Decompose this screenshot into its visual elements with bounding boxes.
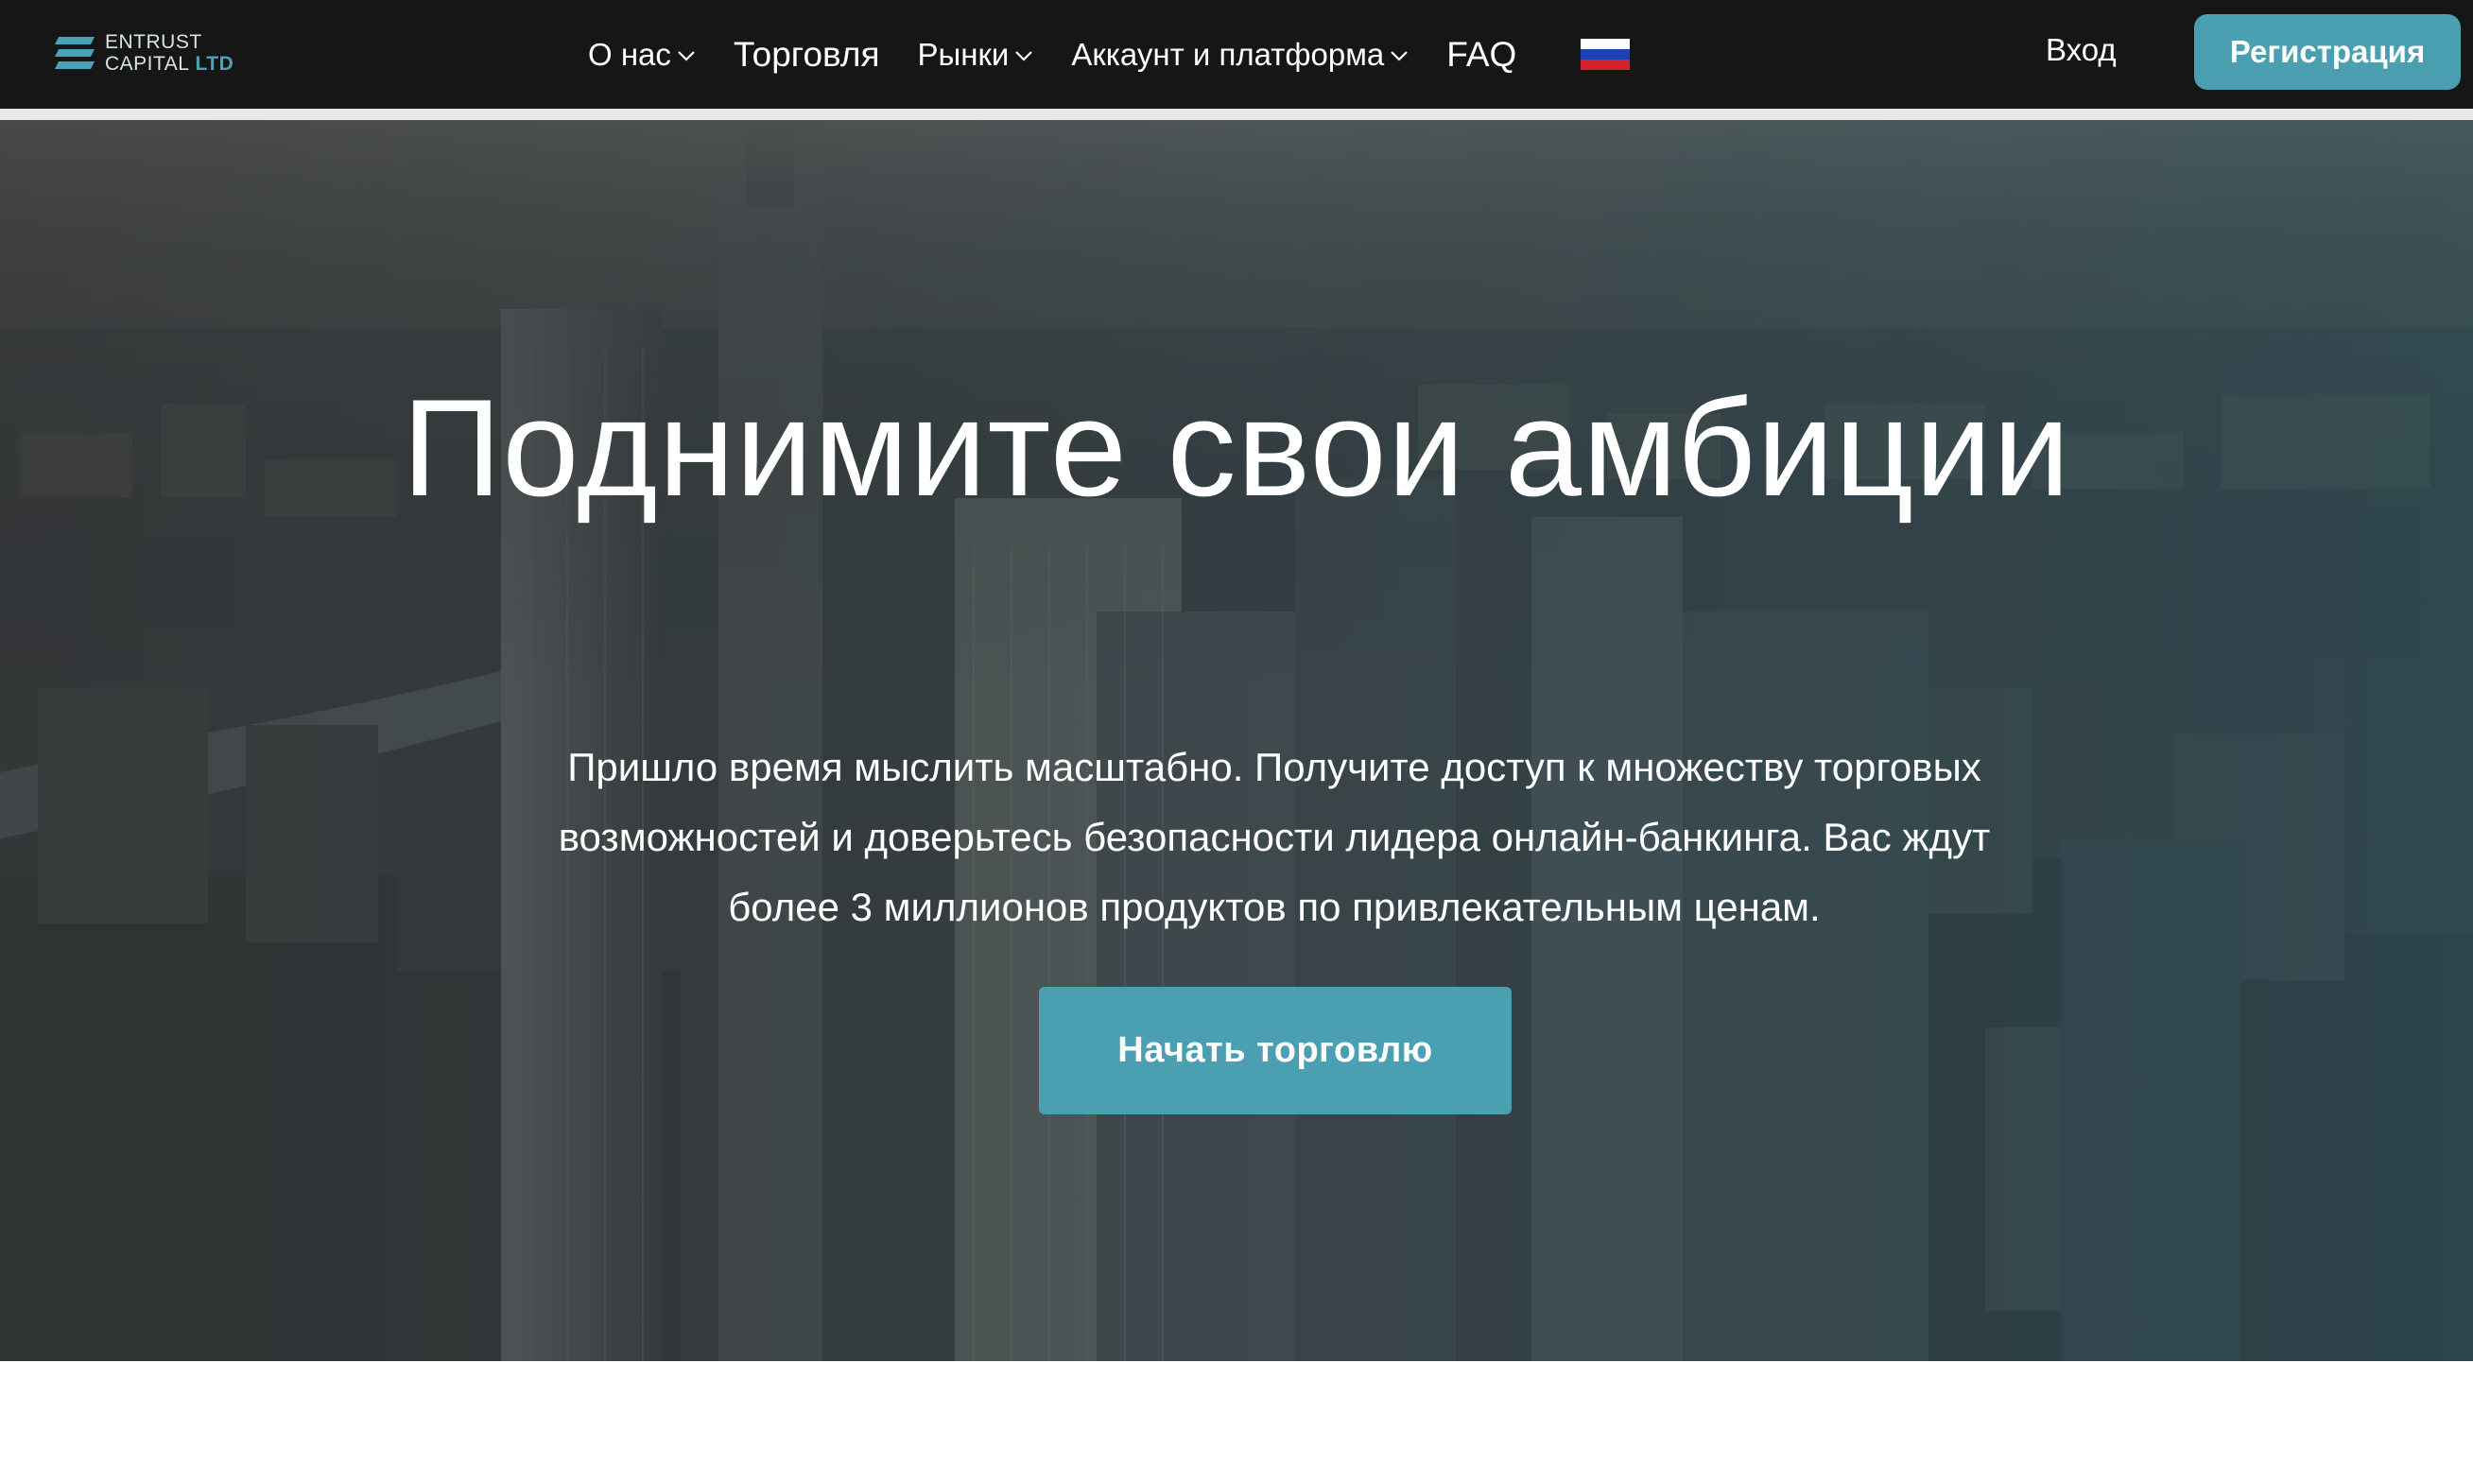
chevron-down-icon [678, 50, 695, 61]
nav-item-label: О нас [588, 36, 671, 72]
brand-suffix: LTD [195, 53, 234, 75]
nav-item-label: Аккаунт и платформа [1071, 36, 1385, 72]
header-divider [0, 109, 2473, 120]
logo-mark-icon [55, 37, 95, 69]
nav-item-faq[interactable]: FAQ [1446, 35, 1516, 75]
brand-name-capital: CAPITAL [105, 53, 190, 75]
main-nav: О нас Торговля Рынки Аккаунт и платформа… [588, 0, 1631, 109]
site-header: ENTRUST CAPITAL LTD О нас Торговля Рынки … [0, 0, 2473, 109]
chevron-down-icon [1391, 50, 1409, 61]
hero-title: Поднимите свои амбиции [402, 371, 2071, 525]
chevron-down-icon [1015, 50, 1033, 61]
nav-item-label: Торговля [733, 34, 880, 74]
nav-item-label: FAQ [1446, 34, 1517, 74]
nav-item-markets[interactable]: Рынки [917, 37, 1033, 73]
brand-name-line2: CAPITAL LTD [105, 53, 233, 75]
nav-item-trading[interactable]: Торговля [734, 35, 880, 75]
nav-item-label: Рынки [917, 36, 1010, 72]
brand-name: ENTRUST CAPITAL LTD [105, 31, 233, 75]
nav-item-about[interactable]: О нас [588, 37, 696, 73]
hero-description: Пришло время мыслить масштабно. Получите… [558, 745, 1991, 929]
brand-logo[interactable]: ENTRUST CAPITAL LTD [53, 31, 251, 78]
nav-item-account-platform[interactable]: Аккаунт и платформа [1071, 37, 1409, 73]
register-button[interactable]: Регистрация [2194, 14, 2461, 90]
hero-section: Поднимите свои амбиции Пришло время мысл… [0, 120, 2473, 1361]
start-trading-button[interactable]: Начать торговлю [1039, 987, 1512, 1114]
russia-flag-icon[interactable] [1581, 38, 1631, 71]
login-link[interactable]: Вход [2046, 32, 2117, 68]
brand-name-line1: ENTRUST [105, 31, 202, 53]
